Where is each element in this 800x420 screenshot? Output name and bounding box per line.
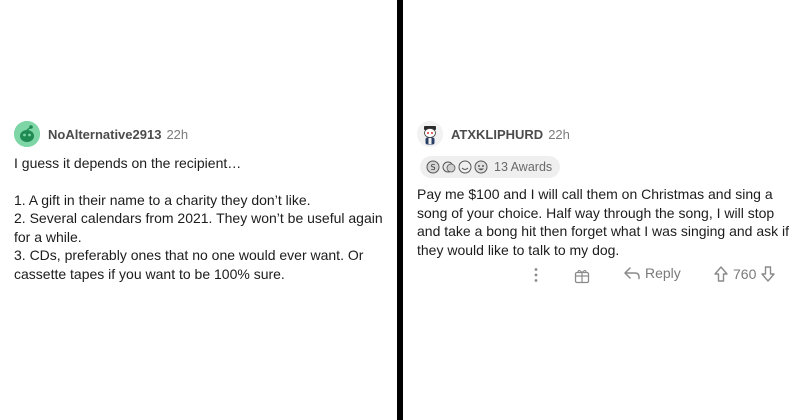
snoo-avatar-icon (417, 121, 443, 147)
comment-header: NoAlternative2913 22h (14, 120, 389, 148)
vote-count: 760 (733, 266, 757, 282)
timestamp: 22h (548, 126, 570, 142)
comment-atxkliphurd: ATXKLIPHURD 22h S 13 Awards Pay me $100 … (417, 120, 797, 284)
comment-line: 2. Several calendars from 2021. They won… (14, 210, 383, 245)
comment-body: Pay me $100 and I will call them on Chri… (417, 186, 790, 258)
more-vertical-icon (534, 268, 538, 282)
wholesome-award-icon (442, 161, 456, 173)
awards-count: 13 Awards (494, 160, 553, 174)
silver-award-icon: S (426, 160, 440, 174)
comment-body: I guess it depends on the recipient… 1. … (14, 154, 389, 283)
downvote-arrow-icon[interactable] (760, 265, 776, 283)
avatar[interactable] (14, 121, 40, 147)
avatar[interactable] (417, 121, 443, 147)
comment-header: ATXKLIPHURD 22h (417, 120, 797, 148)
comment-line: 1. A gift in their name to a charity the… (14, 191, 311, 208)
snoo-avatar-icon (14, 121, 40, 147)
svg-text:S: S (430, 163, 435, 172)
laughing-award-icon (474, 160, 488, 174)
gift-award-icon (574, 269, 590, 284)
left-panel: NoAlternative2913 22h I guess it depends… (0, 0, 397, 420)
helpful-award-icon (458, 160, 472, 174)
comment-line: 3. CDs, preferably ones that no one woul… (14, 247, 364, 282)
awards-pill[interactable]: S 13 Awards (420, 156, 561, 178)
username[interactable]: ATXKLIPHURD (451, 127, 543, 142)
reply-button[interactable]: Reply (623, 265, 681, 281)
comment-noalternative: NoAlternative2913 22h I guess it depends… (14, 120, 389, 283)
comment-actions: Reply 760 (417, 265, 797, 287)
username[interactable]: NoAlternative2913 (48, 127, 161, 142)
comment-line: I guess it depends on the recipient… (14, 155, 242, 171)
vote-controls: 760 (713, 265, 776, 283)
upvote-arrow-icon[interactable] (713, 265, 729, 283)
more-options-button[interactable] (533, 267, 539, 283)
right-panel: ATXKLIPHURD 22h S 13 Awards Pay me $100 … (403, 0, 800, 420)
reply-label: Reply (645, 265, 681, 281)
reply-arrow-icon (624, 267, 640, 280)
give-award-button[interactable] (573, 267, 591, 285)
timestamp: 22h (166, 126, 189, 142)
